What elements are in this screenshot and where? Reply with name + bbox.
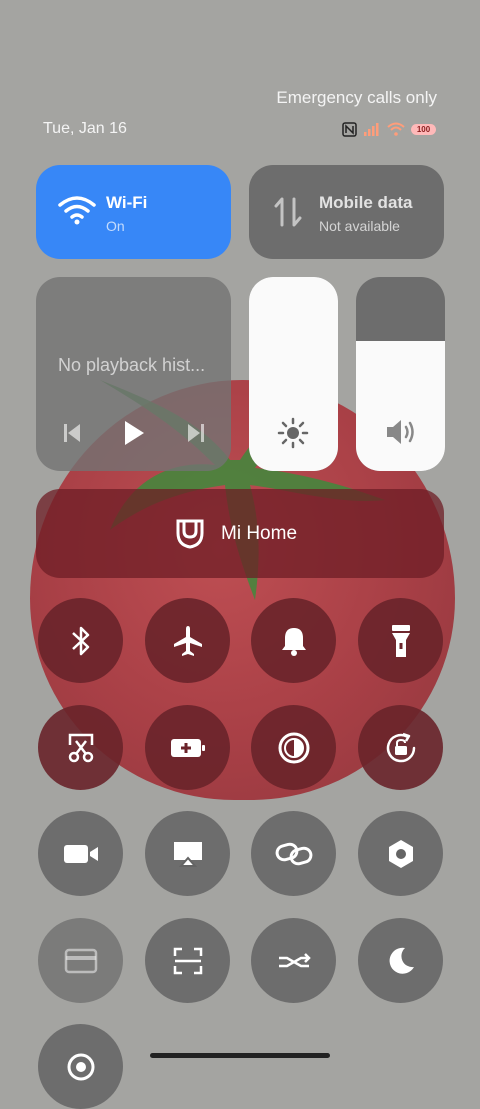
settings-icon <box>388 839 413 868</box>
link-toggle[interactable] <box>251 811 336 896</box>
mi-home-label: Mi Home <box>221 523 298 544</box>
moon-icon <box>389 947 414 974</box>
flashlight-toggle[interactable] <box>358 598 443 683</box>
mobile-data-icon <box>274 197 302 227</box>
bluetooth-icon <box>71 626 89 655</box>
mobile-data-tile[interactable]: Mobile data Not available <box>249 165 444 259</box>
status-date: Tue, Jan 16 <box>43 120 127 137</box>
volume-icon <box>387 420 414 444</box>
airplane-toggle[interactable] <box>145 598 230 683</box>
battery-saver-toggle[interactable] <box>145 705 230 790</box>
link-icon <box>275 842 312 865</box>
bell-icon <box>281 627 306 656</box>
status-carrier-text: Emergency calls only <box>276 88 437 107</box>
wifi-status: On <box>106 218 125 234</box>
signal-icon <box>364 123 379 136</box>
dark-mode-toggle[interactable] <box>358 918 443 1003</box>
nfc-icon <box>342 121 357 137</box>
next-icon[interactable] <box>186 421 206 445</box>
flashlight-icon <box>391 624 410 657</box>
cast-icon <box>173 841 202 867</box>
sync-icon <box>278 952 311 967</box>
wifi-tile[interactable]: Wi-Fi On <box>36 165 231 259</box>
airplane-icon <box>173 625 202 656</box>
mobile-data-title: Mobile data <box>319 193 413 212</box>
brightness-slider[interactable] <box>249 277 338 471</box>
bluetooth-toggle[interactable] <box>38 598 123 683</box>
previous-icon[interactable] <box>62 421 82 445</box>
wallet-toggle[interactable] <box>38 918 123 1003</box>
brightness-icon <box>277 417 309 449</box>
rotation-lock-icon <box>386 732 415 762</box>
wifi-icon <box>58 196 96 225</box>
mi-home-button[interactable]: Mi Home <box>36 489 444 578</box>
screenshot-toggle[interactable] <box>38 705 123 790</box>
mobile-data-status: Not available <box>319 218 400 234</box>
play-icon[interactable] <box>122 419 146 447</box>
battery-icon: 100 <box>411 123 436 135</box>
scanner-toggle[interactable] <box>145 918 230 1003</box>
reading-mode-toggle[interactable] <box>251 705 336 790</box>
settings-toggle[interactable] <box>358 811 443 896</box>
mi-home-icon <box>176 519 204 549</box>
media-status-text: No playback hist... <box>58 355 206 375</box>
video-icon <box>63 844 98 863</box>
media-player-tile[interactable]: No playback hist... <box>36 277 231 471</box>
battery-saver-icon <box>170 738 205 757</box>
screenshot-icon <box>68 733 93 762</box>
wifi-status-icon <box>387 122 405 136</box>
sound-toggle[interactable] <box>251 598 336 683</box>
status-icons: 100 <box>342 120 436 138</box>
reading-mode-icon <box>278 732 309 763</box>
volume-slider[interactable] <box>356 277 445 471</box>
rotation-lock-toggle[interactable] <box>358 705 443 790</box>
card-icon <box>64 948 97 973</box>
sync-toggle[interactable] <box>251 918 336 1003</box>
home-indicator[interactable] <box>150 1053 330 1058</box>
scanner-icon <box>173 947 202 974</box>
wifi-title: Wi-Fi <box>106 193 148 212</box>
volume-level <box>356 341 445 471</box>
cast-toggle[interactable] <box>145 811 230 896</box>
screen-recorder-toggle[interactable] <box>38 811 123 896</box>
